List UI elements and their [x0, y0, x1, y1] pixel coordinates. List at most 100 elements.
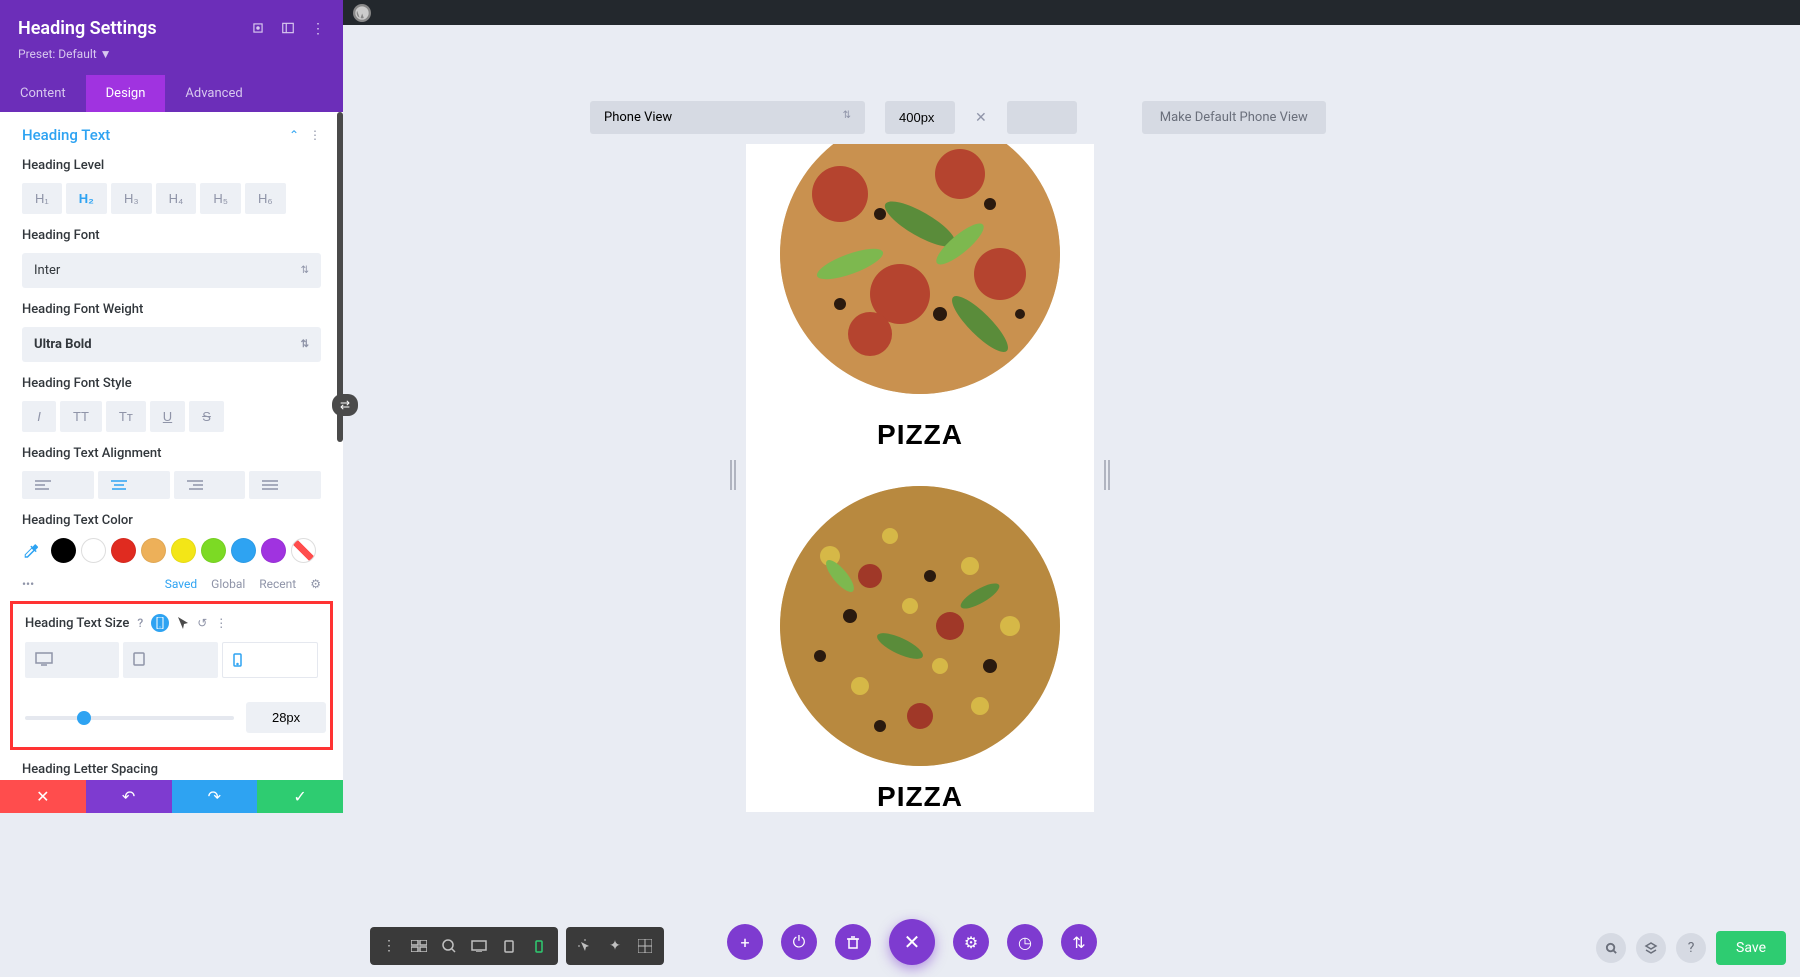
color-green[interactable]: [201, 538, 226, 563]
font-select[interactable]: Inter ⇅: [22, 253, 321, 288]
eyedropper-icon[interactable]: [22, 542, 40, 560]
responsive-phone-icon[interactable]: [151, 614, 169, 632]
style-italic[interactable]: I: [22, 401, 56, 432]
section-more-icon[interactable]: ⋮: [309, 128, 321, 142]
pizza-image-1: [780, 144, 1060, 394]
help-button[interactable]: ?: [1676, 933, 1706, 963]
toolbar-zoom-icon[interactable]: [434, 931, 464, 961]
color-orange[interactable]: [141, 538, 166, 563]
bottom-center-actions: + ⏻ ✕ ⚙ ◷ ⇅: [727, 919, 1097, 965]
align-left[interactable]: [22, 471, 94, 499]
expand-icon[interactable]: [251, 21, 265, 37]
heading-level-h6[interactable]: H₆: [245, 183, 286, 214]
color-none[interactable]: [291, 538, 316, 563]
viewport-height-input[interactable]: [1007, 101, 1077, 134]
color-tab-recent[interactable]: Recent: [259, 577, 296, 591]
help-icon[interactable]: ?: [137, 616, 143, 630]
apply-button[interactable]: ✓: [257, 780, 343, 813]
tab-advanced[interactable]: Advanced: [165, 75, 262, 112]
color-settings-icon[interactable]: ⚙: [310, 577, 321, 591]
heading-level-h3[interactable]: H₃: [111, 183, 152, 214]
color-white[interactable]: [81, 538, 106, 563]
toolbar-phone-icon[interactable]: [524, 931, 554, 961]
toolbar-tablet-icon[interactable]: [494, 931, 524, 961]
color-yellow[interactable]: [171, 538, 196, 563]
close-builder-button[interactable]: ✕: [889, 919, 935, 965]
color-blue[interactable]: [231, 538, 256, 563]
slider-handle[interactable]: [77, 711, 91, 725]
pizza-image-2: [780, 486, 1060, 766]
caret-icon: ⇅: [301, 339, 309, 350]
redo-button[interactable]: ↷: [172, 780, 258, 813]
history-button[interactable]: ◷: [1007, 924, 1043, 960]
power-button[interactable]: ⏻: [781, 924, 817, 960]
wordpress-top-bar: [343, 0, 1800, 25]
search-button[interactable]: [1596, 933, 1626, 963]
heading-letter-spacing-group: Heading Letter Spacing ▲ ▼: [0, 752, 343, 780]
make-default-button[interactable]: Make Default Phone View: [1142, 101, 1326, 134]
viewport-controls: Phone View ⇅ ✕ Make Default Phone View: [590, 101, 1326, 134]
align-center[interactable]: [98, 471, 170, 499]
snap-icon[interactable]: [281, 21, 295, 37]
style-strikethrough[interactable]: S: [189, 401, 224, 432]
device-desktop[interactable]: [25, 642, 119, 678]
preview-canvas: PIZZA PIZZA: [746, 144, 1094, 812]
align-right[interactable]: [174, 471, 246, 499]
settings-tabs: Content Design Advanced: [0, 75, 343, 112]
color-black[interactable]: [51, 538, 76, 563]
font-weight-select[interactable]: Ultra Bold ⇅: [22, 327, 321, 362]
preset-selector[interactable]: Preset: Default ▼: [18, 47, 325, 61]
view-mode-select[interactable]: Phone View ⇅: [590, 101, 865, 134]
undo-button[interactable]: ↶: [86, 780, 172, 813]
page-settings-button[interactable]: ⚙: [953, 924, 989, 960]
toolbar-desktop-icon[interactable]: [464, 931, 494, 961]
heading-level-h1[interactable]: H₁: [22, 183, 62, 214]
toolbar-more-icon[interactable]: ⋮: [374, 931, 404, 961]
text-size-input[interactable]: [246, 702, 326, 733]
bottom-right-actions: ? Save: [1596, 931, 1786, 965]
stack-button[interactable]: [1636, 933, 1666, 963]
tab-content[interactable]: Content: [0, 75, 86, 112]
scrollbar[interactable]: [337, 112, 343, 442]
more-icon[interactable]: ⋮: [311, 21, 325, 37]
cancel-button[interactable]: ✕: [0, 780, 86, 813]
color-more-icon[interactable]: •••: [22, 577, 34, 591]
resize-handle-right[interactable]: [1104, 460, 1110, 490]
heading-level-h5[interactable]: H₅: [200, 183, 241, 214]
viewport-width-input[interactable]: [885, 101, 955, 134]
pizza-heading-2: PIZZA: [746, 781, 1094, 812]
color-purple[interactable]: [261, 538, 286, 563]
style-uppercase[interactable]: TT: [60, 401, 102, 432]
color-red[interactable]: [111, 538, 136, 563]
viewport-x-label: ✕: [975, 110, 987, 126]
reset-icon[interactable]: ↺: [197, 616, 207, 630]
resize-handle-left[interactable]: [730, 460, 736, 490]
collapse-icon[interactable]: ⌃: [289, 128, 299, 142]
heading-level-h2[interactable]: H₂: [66, 183, 107, 214]
add-section-button[interactable]: +: [727, 924, 763, 960]
tab-design[interactable]: Design: [86, 75, 166, 112]
delete-button[interactable]: [835, 924, 871, 960]
heading-font-style-group: Heading Font Style I TT Tᴛ U S: [0, 376, 343, 446]
toolbar-click-icon[interactable]: [570, 931, 600, 961]
align-justify[interactable]: [249, 471, 321, 499]
heading-level-h4[interactable]: H₄: [156, 183, 197, 214]
color-tab-saved[interactable]: Saved: [165, 577, 197, 591]
section-heading-text[interactable]: Heading Text ⌃ ⋮: [0, 112, 343, 158]
text-size-slider[interactable]: [25, 716, 234, 720]
style-underline[interactable]: U: [150, 401, 185, 432]
color-tab-global[interactable]: Global: [211, 577, 245, 591]
toolbar-grid-icon[interactable]: [630, 931, 660, 961]
option-more-icon[interactable]: ⋮: [215, 616, 227, 630]
save-button[interactable]: Save: [1716, 931, 1786, 965]
collapse-sidebar-handle[interactable]: ⇄: [332, 394, 358, 416]
style-capitalize[interactable]: Tᴛ: [106, 401, 146, 432]
toolbar-brightness-icon[interactable]: ✦: [600, 931, 630, 961]
device-phone[interactable]: [222, 642, 318, 678]
hover-icon[interactable]: [177, 616, 189, 630]
device-tablet[interactable]: [123, 642, 217, 678]
layers-button[interactable]: ⇅: [1061, 924, 1097, 960]
toolbar-wireframe-icon[interactable]: [404, 931, 434, 961]
wordpress-logo-icon[interactable]: [353, 4, 371, 22]
panel-body: Heading Text ⌃ ⋮ Heading Level H₁ H₂ H₃ …: [0, 112, 343, 780]
